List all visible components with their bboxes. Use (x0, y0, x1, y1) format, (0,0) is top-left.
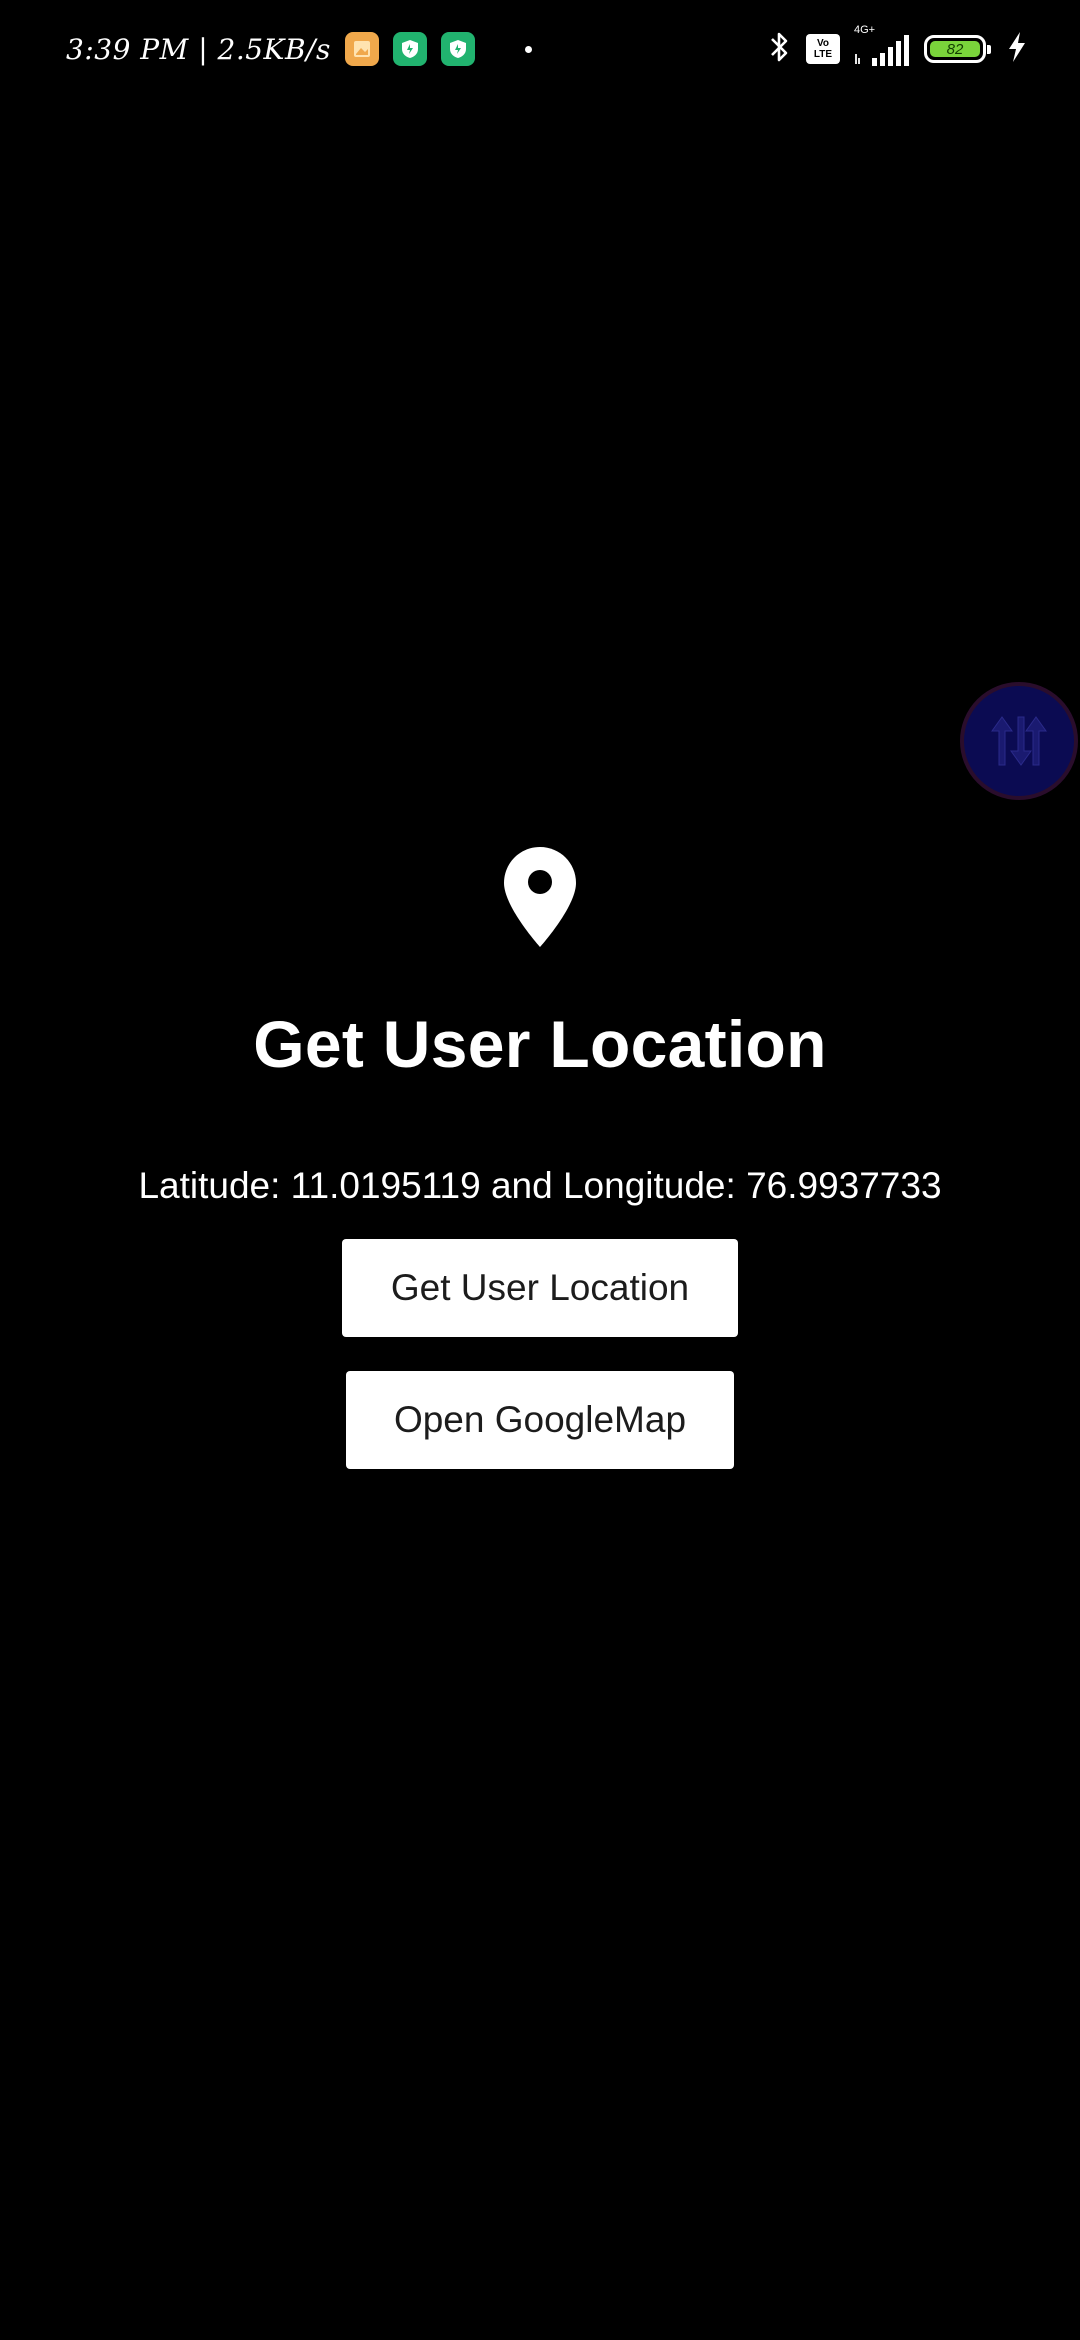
volte-bottom-label: LTE (813, 49, 833, 60)
shield-notification-icon (392, 32, 427, 66)
app-screen: 3:39 PM | 2.5KB/s Vo LTE 4G+ 82 Get User… (0, 0, 1080, 2340)
get-user-location-button[interactable]: Get User Location (342, 1239, 738, 1337)
coordinates-text: Latitude: 11.0195119 and Longitude: 76.9… (138, 1165, 942, 1206)
volte-icon: Vo LTE (806, 34, 840, 64)
shield-notification-icon (440, 32, 475, 66)
bluetooth-icon (768, 29, 792, 70)
cellular-signal-icon: 4G+ (854, 24, 910, 70)
data-transfer-arrows-icon (991, 716, 1047, 766)
battery-level: 82 (930, 41, 980, 58)
battery-icon: 82 (924, 35, 991, 63)
status-bar-left: 3:39 PM | 2.5KB/s (66, 26, 532, 72)
status-time-speed: 3:39 PM | 2.5KB/s (66, 32, 331, 66)
gallery-notification-icon (344, 32, 379, 66)
main-content: Get User Location Latitude: 11.0195119 a… (0, 845, 1080, 1469)
floating-data-transfer-button[interactable] (960, 682, 1078, 800)
more-notifications-dot-icon (524, 45, 532, 53)
volte-top-label: Vo (816, 38, 830, 49)
status-bar: 3:39 PM | 2.5KB/s Vo LTE 4G+ 82 (0, 0, 1080, 96)
open-googlemap-button[interactable]: Open GoogleMap (346, 1371, 734, 1469)
location-pin-icon (504, 847, 576, 947)
charging-bolt-icon (1006, 31, 1028, 68)
status-bar-right: Vo LTE 4G+ 82 (768, 24, 1028, 70)
page-title: Get User Location (253, 1007, 827, 1081)
